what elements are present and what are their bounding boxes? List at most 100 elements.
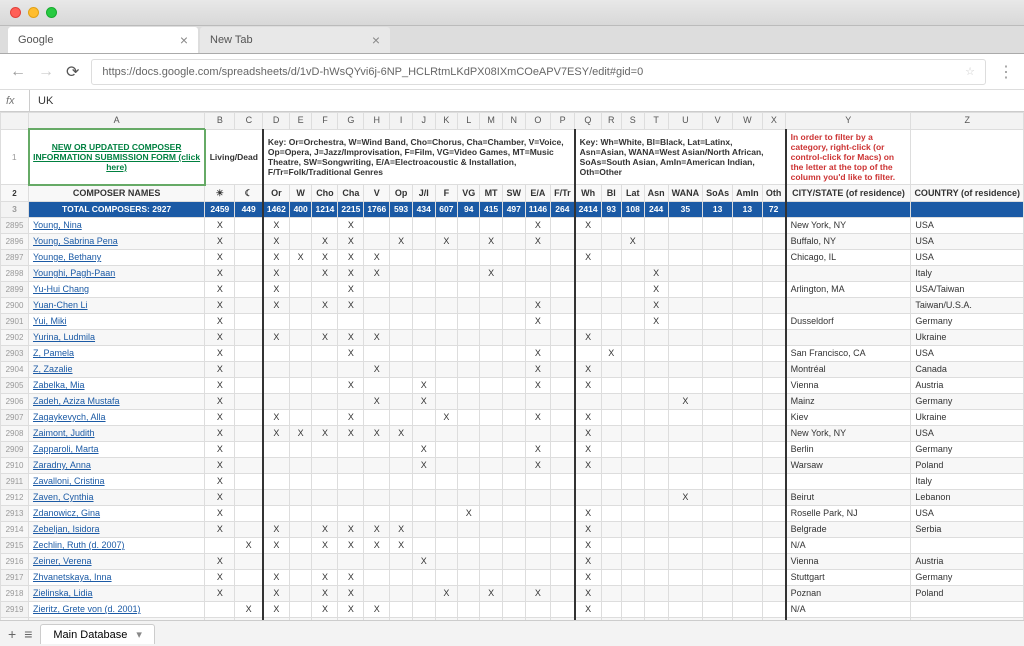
data-cell[interactable]: X xyxy=(412,393,435,409)
data-cell[interactable] xyxy=(312,345,338,361)
data-cell[interactable]: X xyxy=(263,601,289,617)
data-cell[interactable]: X xyxy=(338,569,364,585)
row-header[interactable]: 2912 xyxy=(1,489,29,505)
country-cell[interactable]: Germany xyxy=(911,393,1024,409)
data-cell[interactable] xyxy=(502,585,525,601)
data-cell[interactable] xyxy=(289,409,312,425)
data-cell[interactable]: X xyxy=(412,377,435,393)
data-cell[interactable] xyxy=(644,249,668,265)
data-cell[interactable] xyxy=(235,521,263,537)
data-cell[interactable] xyxy=(390,345,413,361)
data-cell[interactable]: X xyxy=(205,473,235,489)
data-cell[interactable] xyxy=(551,505,575,521)
data-cell[interactable] xyxy=(762,281,786,297)
data-cell[interactable] xyxy=(458,473,480,489)
column-header[interactable]: A xyxy=(29,113,205,130)
data-cell[interactable] xyxy=(390,617,413,620)
data-cell[interactable] xyxy=(621,377,644,393)
data-cell[interactable]: X xyxy=(364,601,390,617)
city-cell[interactable]: Vienna xyxy=(786,377,911,393)
data-cell[interactable] xyxy=(525,281,550,297)
country-cell[interactable]: USA xyxy=(911,505,1024,521)
composer-name-link[interactable]: Yui, Miki xyxy=(29,313,205,329)
composer-name-link[interactable]: Zaradny, Anna xyxy=(29,457,205,473)
data-cell[interactable] xyxy=(502,361,525,377)
data-cell[interactable] xyxy=(601,425,621,441)
data-cell[interactable]: X xyxy=(205,281,235,297)
data-cell[interactable] xyxy=(364,457,390,473)
country-cell[interactable]: USA/Taiwan xyxy=(911,281,1024,297)
data-cell[interactable] xyxy=(601,265,621,281)
data-cell[interactable]: X xyxy=(205,217,235,233)
data-cell[interactable] xyxy=(263,457,289,473)
data-cell[interactable] xyxy=(575,297,601,313)
data-cell[interactable] xyxy=(644,377,668,393)
data-cell[interactable] xyxy=(703,537,733,553)
data-cell[interactable] xyxy=(480,345,503,361)
data-cell[interactable]: X xyxy=(644,281,668,297)
data-cell[interactable] xyxy=(289,569,312,585)
data-cell[interactable] xyxy=(762,217,786,233)
data-cell[interactable] xyxy=(762,425,786,441)
data-cell[interactable] xyxy=(551,281,575,297)
data-cell[interactable] xyxy=(644,345,668,361)
data-cell[interactable] xyxy=(601,505,621,521)
data-cell[interactable] xyxy=(235,505,263,521)
data-cell[interactable] xyxy=(668,569,703,585)
data-cell[interactable] xyxy=(551,457,575,473)
data-cell[interactable] xyxy=(289,473,312,489)
row-header[interactable]: 2 xyxy=(1,185,29,202)
data-cell[interactable] xyxy=(458,393,480,409)
data-cell[interactable] xyxy=(480,569,503,585)
data-cell[interactable]: X xyxy=(205,361,235,377)
data-cell[interactable]: X xyxy=(338,521,364,537)
data-cell[interactable] xyxy=(644,217,668,233)
data-cell[interactable]: X xyxy=(263,521,289,537)
data-cell[interactable] xyxy=(289,521,312,537)
column-header[interactable]: R xyxy=(601,113,621,130)
data-cell[interactable] xyxy=(480,377,503,393)
composer-name-link[interactable]: Z, Pamela xyxy=(29,345,205,361)
data-cell[interactable] xyxy=(762,233,786,249)
column-header[interactable]: M xyxy=(480,113,503,130)
column-header[interactable]: F xyxy=(312,113,338,130)
data-cell[interactable] xyxy=(703,585,733,601)
data-cell[interactable] xyxy=(235,297,263,313)
data-cell[interactable] xyxy=(703,553,733,569)
data-cell[interactable] xyxy=(621,265,644,281)
data-cell[interactable]: X xyxy=(575,441,601,457)
data-cell[interactable] xyxy=(703,441,733,457)
data-cell[interactable] xyxy=(390,585,413,601)
data-cell[interactable] xyxy=(703,393,733,409)
data-cell[interactable] xyxy=(289,537,312,553)
data-cell[interactable] xyxy=(364,281,390,297)
data-cell[interactable]: X xyxy=(338,345,364,361)
data-cell[interactable] xyxy=(644,361,668,377)
data-cell[interactable] xyxy=(390,377,413,393)
data-cell[interactable] xyxy=(575,265,601,281)
data-cell[interactable]: X xyxy=(205,553,235,569)
row-header[interactable]: 2901 xyxy=(1,313,29,329)
data-cell[interactable] xyxy=(502,601,525,617)
data-cell[interactable] xyxy=(338,489,364,505)
data-cell[interactable]: X xyxy=(575,409,601,425)
data-cell[interactable] xyxy=(621,329,644,345)
data-cell[interactable]: X xyxy=(575,329,601,345)
data-cell[interactable] xyxy=(703,409,733,425)
data-cell[interactable]: X xyxy=(338,617,364,620)
data-cell[interactable] xyxy=(551,361,575,377)
data-cell[interactable] xyxy=(762,585,786,601)
data-cell[interactable] xyxy=(390,441,413,457)
country-cell[interactable]: Ukraine xyxy=(911,409,1024,425)
data-cell[interactable] xyxy=(458,585,480,601)
data-cell[interactable] xyxy=(668,409,703,425)
data-cell[interactable] xyxy=(668,329,703,345)
data-cell[interactable]: X xyxy=(338,217,364,233)
data-cell[interactable] xyxy=(458,297,480,313)
data-cell[interactable] xyxy=(458,553,480,569)
country-cell[interactable]: Ukraine xyxy=(911,329,1024,345)
url-bar[interactable]: https://docs.google.com/spreadsheets/d/1… xyxy=(91,59,986,85)
data-cell[interactable]: X xyxy=(205,457,235,473)
tab-new[interactable]: New Tab × xyxy=(200,27,390,53)
composer-name-link[interactable]: Zapparoli, Marta xyxy=(29,441,205,457)
